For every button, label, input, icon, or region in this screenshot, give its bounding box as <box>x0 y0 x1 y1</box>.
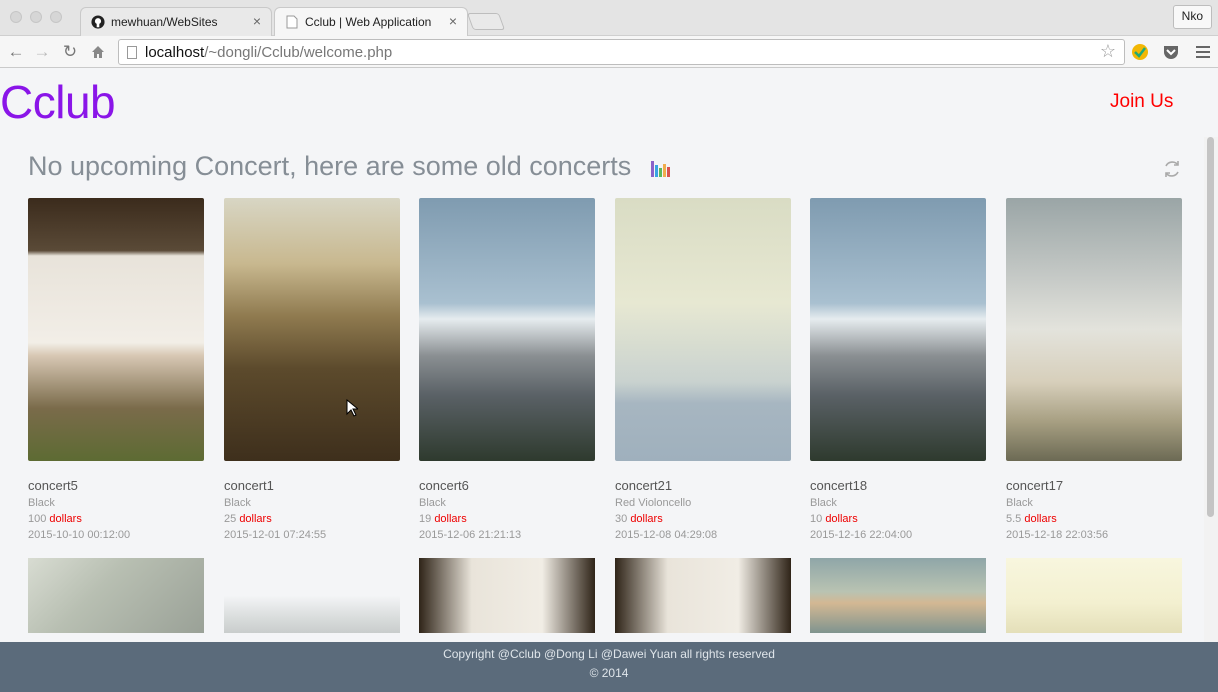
url-host: localhost <box>145 44 205 61</box>
concert-image[interactable] <box>1006 198 1182 461</box>
concert-name[interactable]: concert21 <box>615 478 791 493</box>
minimize-window-button[interactable] <box>30 11 42 23</box>
site-logo[interactable]: Cclub <box>0 75 116 129</box>
concert-artist: Black <box>810 497 837 509</box>
bar-chart-icon[interactable] <box>651 159 671 177</box>
concert-date: 2015-12-01 07:24:55 <box>224 529 327 541</box>
concert-date: 2015-12-18 22:03:56 <box>1006 529 1109 541</box>
concert-date: 2015-12-08 04:29:08 <box>615 529 718 541</box>
bookmark-star-icon[interactable]: ☆ <box>1100 41 1116 62</box>
tab-title: mewhuan/WebSites <box>111 15 218 29</box>
back-icon[interactable]: ← <box>6 42 26 62</box>
currency-label: dollars <box>49 513 82 525</box>
concert-date: 2015-12-16 22:04:00 <box>810 529 913 541</box>
close-tab-icon[interactable]: × <box>449 13 457 29</box>
concert-name[interactable]: concert6 <box>419 478 595 493</box>
price-value: 19 <box>419 513 432 525</box>
price-value: 100 <box>28 513 47 525</box>
new-tab-button[interactable] <box>466 13 506 30</box>
concert-image[interactable] <box>224 558 400 633</box>
footer-year: © 2014 <box>589 666 629 680</box>
concert-name[interactable]: concert5 <box>28 478 204 493</box>
tab-title: Cclub | Web Application <box>305 15 432 29</box>
close-tab-icon[interactable]: × <box>253 13 261 29</box>
profile-button[interactable]: Nko <box>1172 5 1212 29</box>
extension-icon[interactable] <box>1131 43 1149 61</box>
zoom-window-button[interactable] <box>50 11 62 23</box>
concert-price: 10 dollars <box>810 513 986 525</box>
concert-image[interactable] <box>419 198 595 461</box>
price-value: 5.5 <box>1006 513 1022 525</box>
tab-cclub[interactable]: Cclub | Web Application × <box>274 7 468 36</box>
price-value: 25 <box>224 513 237 525</box>
close-window-button[interactable] <box>10 11 22 23</box>
concert-date: 2015-10-10 00:12:00 <box>28 529 131 541</box>
concert-artist: Black <box>28 497 55 509</box>
join-us-link[interactable]: Join Us <box>1110 91 1173 113</box>
web-page: Cclub Join Us No upcoming Concert, here … <box>0 69 1218 642</box>
github-icon <box>91 15 105 29</box>
site-footer: Copyright @Cclub @Dong Li @Dawei Yuan al… <box>0 642 1218 692</box>
currency-label: dollars <box>1024 513 1057 525</box>
concert-price: 30 dollars <box>615 513 791 525</box>
concert-name[interactable]: concert1 <box>224 478 400 493</box>
concert-card[interactable]: concert21 Red Violoncello 30 dollars 201… <box>615 198 791 541</box>
concert-price: 5.5 dollars <box>1006 513 1182 525</box>
concert-price: 19 dollars <box>419 513 595 525</box>
concert-image[interactable] <box>810 198 986 461</box>
browser-tab-bar: mewhuan/WebSites × Cclub | Web Applicati… <box>0 0 1218 36</box>
concert-card[interactable]: concert5 Black 100 dollars 2015-10-10 00… <box>28 198 204 541</box>
concert-image[interactable] <box>28 558 204 633</box>
currency-label: dollars <box>630 513 663 525</box>
concert-image[interactable] <box>224 198 400 461</box>
currency-label: dollars <box>825 513 858 525</box>
concert-artist: Red Violoncello <box>615 497 692 509</box>
page-scrollbar[interactable] <box>1204 137 1218 642</box>
pocket-icon[interactable] <box>1162 43 1180 61</box>
address-bar[interactable]: localhost/~dongli/Cclub/welcome.php ☆ <box>118 39 1125 65</box>
page-icon <box>127 46 137 59</box>
url-path: /~dongli/Cclub/welcome.php <box>204 44 393 61</box>
mouse-cursor-icon <box>346 399 358 417</box>
tab-github[interactable]: mewhuan/WebSites × <box>80 7 272 36</box>
home-icon[interactable] <box>88 42 108 62</box>
menu-icon[interactable] <box>1194 43 1212 61</box>
page-icon <box>286 15 298 29</box>
concert-image[interactable] <box>28 198 204 461</box>
concert-image[interactable] <box>810 558 986 633</box>
concert-date: 2015-12-06 21:21:13 <box>419 529 522 541</box>
currency-label: dollars <box>434 513 467 525</box>
concert-card[interactable]: concert18 Black 10 dollars 2015-12-16 22… <box>810 198 986 541</box>
concert-image[interactable] <box>1006 558 1182 633</box>
browser-toolbar: ← → ↻ localhost/~dongli/Cclub/welcome.ph… <box>0 36 1218 68</box>
footer-copyright: Copyright @Cclub @Dong Li @Dawei Yuan al… <box>443 647 775 661</box>
forward-icon[interactable]: → <box>32 42 52 62</box>
refresh-icon[interactable] <box>1161 158 1183 180</box>
concert-card[interactable]: concert6 Black 19 dollars 2015-12-06 21:… <box>419 198 595 541</box>
concert-card[interactable]: concert17 Black 5.5 dollars 2015-12-18 2… <box>1006 198 1182 541</box>
currency-label: dollars <box>239 513 272 525</box>
concert-artist: Black <box>1006 497 1033 509</box>
price-value: 10 <box>810 513 823 525</box>
concert-name[interactable]: concert17 <box>1006 478 1182 493</box>
concert-image[interactable] <box>419 558 595 633</box>
concert-price: 25 dollars <box>224 513 400 525</box>
price-value: 30 <box>615 513 628 525</box>
concert-image[interactable] <box>615 198 791 461</box>
concert-price: 100 dollars <box>28 513 204 525</box>
page-title: No upcoming Concert, here are some old c… <box>28 151 632 181</box>
concert-card[interactable]: concert1 Black 25 dollars 2015-12-01 07:… <box>224 198 400 541</box>
concert-artist: Black <box>224 497 251 509</box>
concert-artist: Black <box>419 497 446 509</box>
concert-image[interactable] <box>615 558 791 633</box>
concert-name[interactable]: concert18 <box>810 478 986 493</box>
scrollbar-thumb[interactable] <box>1207 137 1214 517</box>
reload-icon[interactable]: ↻ <box>60 42 80 62</box>
